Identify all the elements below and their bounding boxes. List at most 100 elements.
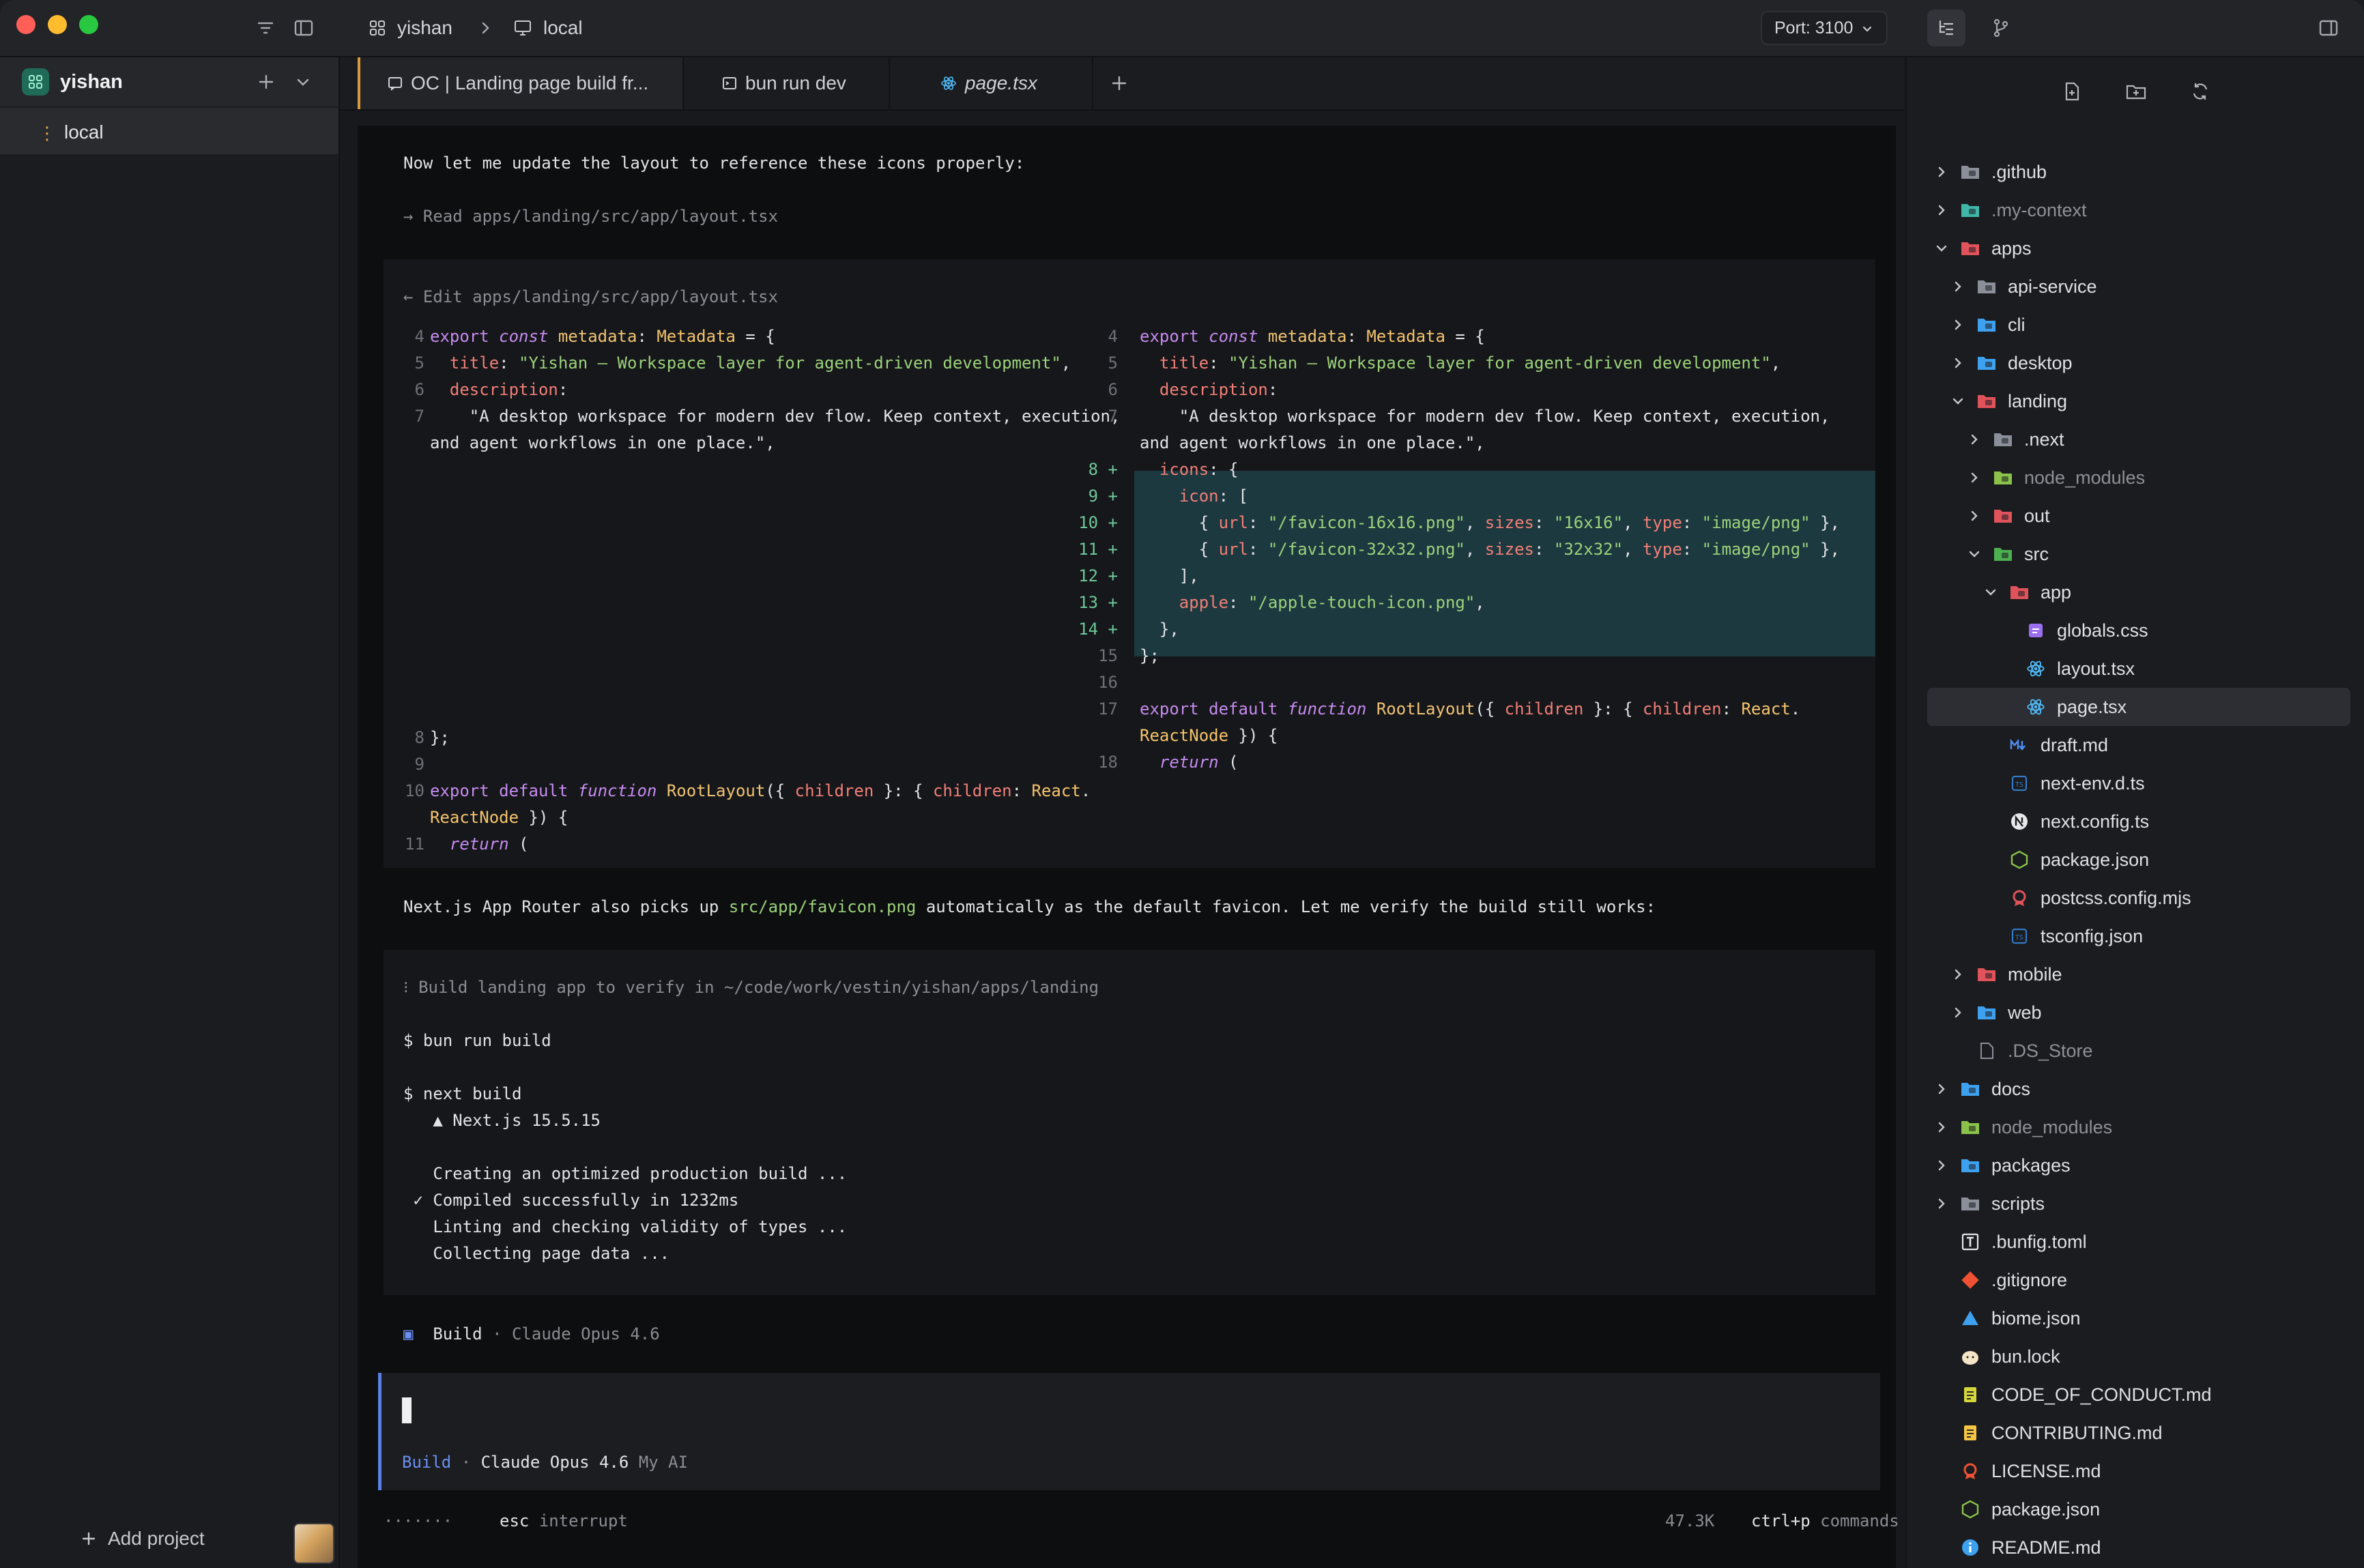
file-tree-item-label: node_modules: [1991, 1116, 2113, 1137]
file-tree-item[interactable]: .github: [1927, 153, 2350, 191]
new-folder-button[interactable]: [2122, 78, 2150, 105]
file-tree-item[interactable]: .gitignore: [1927, 1261, 2350, 1299]
file-tree-item[interactable]: next.config.ts: [1927, 802, 2350, 841]
breadcrumb-workspace[interactable]: local: [513, 15, 583, 41]
chevron-down-icon: [297, 78, 309, 86]
chevron-right-icon[interactable]: [1933, 1157, 1950, 1174]
add-workspace-button[interactable]: [253, 68, 280, 96]
file-tree-item[interactable]: globals.css: [1927, 611, 2350, 650]
web-folder-icon: [1976, 1002, 1997, 1023]
new-file-button[interactable]: [2058, 78, 2086, 105]
prompt-provider: My AI: [638, 1453, 689, 1472]
chevron-right-icon[interactable]: [1933, 1080, 1950, 1098]
filter-icon[interactable]: [254, 16, 277, 40]
file-tree-item-label: packages: [1991, 1155, 2071, 1176]
file-tree-item[interactable]: layout.tsx: [1927, 650, 2350, 688]
file-tree-item[interactable]: TS next-env.d.ts: [1927, 764, 2350, 802]
code-line: and agent workflows in one place.",: [1140, 433, 1485, 452]
file-tree-item[interactable]: CONTRIBUTING.md: [1927, 1414, 2350, 1452]
chevron-right-icon[interactable]: [1933, 163, 1950, 181]
toggle-sidebar-icon[interactable]: [292, 16, 315, 40]
file-tree-item[interactable]: .my-context: [1927, 191, 2350, 229]
breadcrumb-project[interactable]: yishan: [369, 15, 452, 41]
tree-view-icon: [1939, 20, 1954, 35]
git-branch-button[interactable]: [1982, 10, 2020, 46]
chevron-right-icon[interactable]: [1965, 507, 1983, 525]
prompt-mode: Build: [402, 1453, 452, 1472]
file-tree-item[interactable]: src: [1927, 535, 2350, 573]
chevron-right-icon[interactable]: [1949, 966, 1967, 983]
file-tree-item[interactable]: scripts: [1927, 1185, 2350, 1223]
add-project-button[interactable]: Add project: [81, 1528, 205, 1550]
terminal-icon: [723, 77, 736, 89]
file-tree-item[interactable]: biome.json: [1927, 1299, 2350, 1337]
file-tree-item[interactable]: node_modules: [1927, 1108, 2350, 1146]
file-tree-item[interactable]: postcss.config.mjs: [1927, 879, 2350, 917]
file-tree-item[interactable]: mobile: [1927, 955, 2350, 993]
file-tree-item[interactable]: cli: [1927, 306, 2350, 344]
user-avatar[interactable]: [293, 1523, 334, 1564]
file-tree-item[interactable]: package.json: [1927, 1490, 2350, 1528]
file-tree-item[interactable]: .next: [1927, 420, 2350, 459]
file-tree-item[interactable]: api-service: [1927, 267, 2350, 306]
maximize-window-button[interactable]: [79, 15, 98, 34]
file-tree-item-label: .github: [1991, 161, 2047, 182]
code-line: description:: [1159, 380, 1278, 399]
minimize-window-button[interactable]: [48, 15, 67, 34]
chevron-down-icon[interactable]: [1949, 392, 1967, 410]
collapse-project-button[interactable]: [289, 68, 317, 96]
new-file-icon: [2065, 82, 2079, 101]
file-tree-item[interactable]: packages: [1927, 1146, 2350, 1185]
file-tree-item[interactable]: desktop: [1927, 344, 2350, 382]
file-tree-item[interactable]: apps: [1927, 229, 2350, 267]
toggle-right-panel-button[interactable]: [2309, 10, 2348, 46]
tab-terminal[interactable]: bun run dev: [684, 57, 890, 109]
prompt-input[interactable]: Build · Claude Opus 4.6 My AI: [378, 1373, 1880, 1490]
file-tree-item[interactable]: README.md: [1927, 1528, 2350, 1567]
file-tree-item[interactable]: bun.lock: [1927, 1337, 2350, 1376]
file-tree-toggle-button[interactable]: [1927, 10, 1965, 46]
project-header[interactable]: yishan: [0, 57, 338, 106]
refresh-button[interactable]: [2187, 78, 2214, 105]
chevron-right-icon[interactable]: [1949, 316, 1967, 334]
workspace-item-local[interactable]: ⋮ local: [0, 108, 338, 154]
file-tree-item[interactable]: TS tsconfig.json: [1927, 917, 2350, 955]
close-window-button[interactable]: [16, 15, 35, 34]
svg-text:TS: TS: [2015, 781, 2023, 789]
file-tree-item[interactable]: node_modules: [1927, 459, 2350, 497]
file-tree-item[interactable]: .DS_Store: [1927, 1032, 2350, 1070]
chevron-right-icon[interactable]: [1933, 1118, 1950, 1136]
contributing-file-icon: [1960, 1423, 1980, 1443]
chevron-right-icon[interactable]: [1965, 431, 1983, 448]
chevron-down-icon[interactable]: [1982, 583, 2000, 601]
chevron-right-icon[interactable]: [1949, 354, 1967, 372]
file-tree-item[interactable]: package.json: [1927, 841, 2350, 879]
file-tree-item[interactable]: page.tsx: [1927, 688, 2350, 726]
chevron-down-icon[interactable]: [1933, 239, 1950, 257]
file-tree-item[interactable]: landing: [1927, 382, 2350, 420]
file-tree-item[interactable]: docs: [1927, 1070, 2350, 1108]
chevron-down-icon: [1862, 26, 1872, 32]
new-tab-button[interactable]: [1106, 70, 1133, 97]
chevron-right-icon[interactable]: [1949, 1004, 1967, 1021]
chevron-right-icon[interactable]: [1933, 1195, 1950, 1213]
port-select[interactable]: Port: 3100: [1761, 11, 1888, 45]
file-tree-item[interactable]: out: [1927, 497, 2350, 535]
file-tree-item[interactable]: web: [1927, 993, 2350, 1032]
file-tree-item[interactable]: draft.md: [1927, 726, 2350, 764]
chevron-right-icon[interactable]: [1965, 469, 1983, 487]
code-line: return (: [1159, 753, 1239, 772]
chevron-spacer: [1933, 1348, 1950, 1365]
agent-message: Now let me update the layout to referenc…: [403, 154, 1025, 173]
file-tree-item[interactable]: LICENSE.md: [1927, 1452, 2350, 1490]
chevron-right-icon: [474, 16, 497, 40]
tab-chat[interactable]: OC | Landing page build fr...: [358, 57, 684, 109]
file-tree-item[interactable]: .bunfig.toml: [1927, 1223, 2350, 1261]
tab-page-tsx[interactable]: page.tsx: [890, 57, 1093, 109]
chevron-down-icon[interactable]: [1965, 545, 1983, 563]
agent-terminal[interactable]: Now let me update the layout to referenc…: [358, 126, 1899, 1568]
file-tree-item[interactable]: app: [1927, 573, 2350, 611]
file-tree-item[interactable]: CODE_OF_CONDUCT.md: [1927, 1376, 2350, 1414]
chevron-right-icon[interactable]: [1933, 201, 1950, 219]
chevron-right-icon[interactable]: [1949, 278, 1967, 295]
